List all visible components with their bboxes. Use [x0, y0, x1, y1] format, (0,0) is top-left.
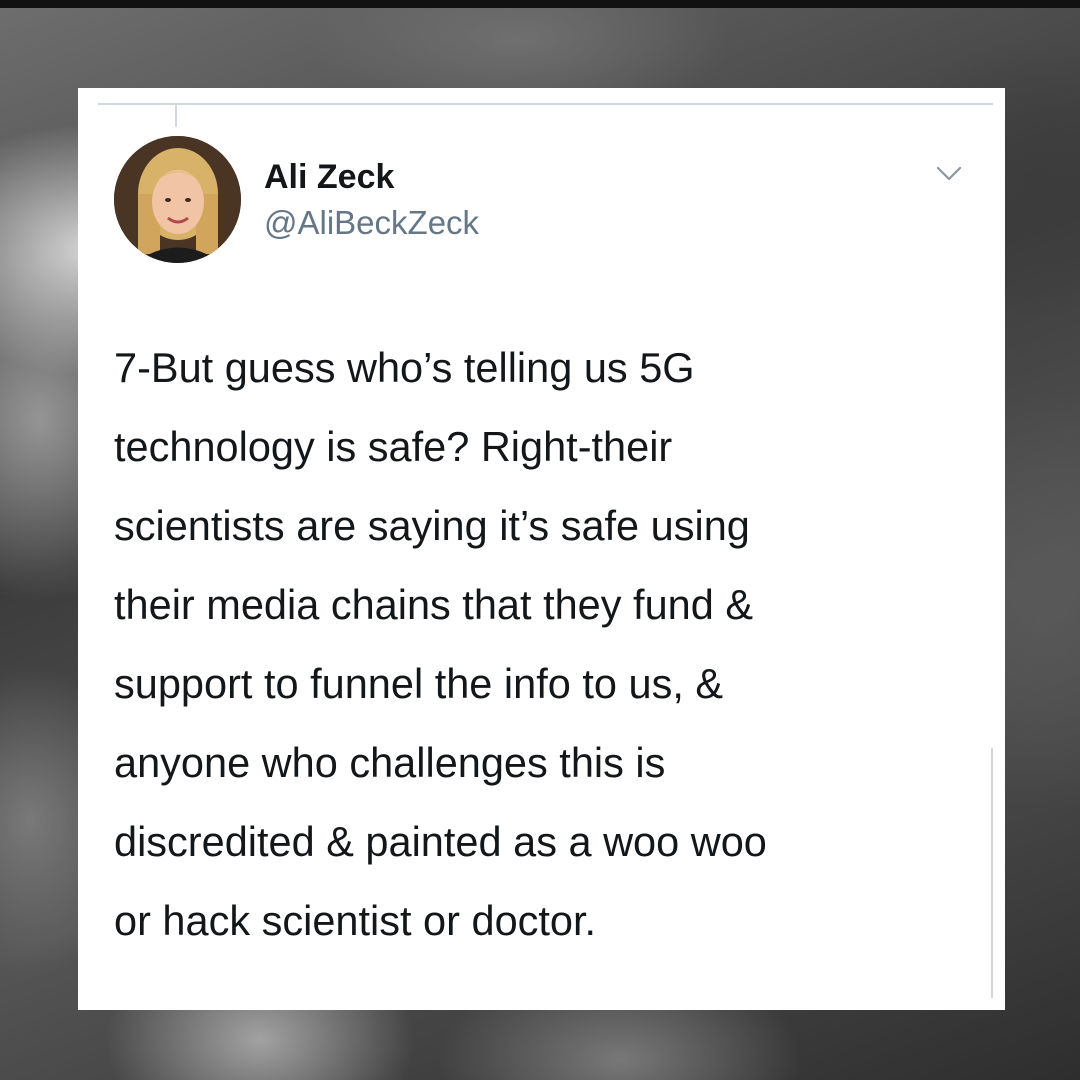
- tweet-text: 7-But guess who’s telling us 5G technolo…: [114, 344, 767, 944]
- thread-connector: [175, 103, 177, 127]
- avatar[interactable]: [114, 136, 241, 263]
- thread-divider: [98, 103, 993, 105]
- tweet-card: Ali Zeck @AliBeckZeck 7-But guess who’s …: [78, 88, 1005, 1010]
- author-handle[interactable]: @AliBeckZeck: [264, 204, 479, 242]
- chevron-down-icon[interactable]: [935, 164, 963, 184]
- card-edge-line: [991, 748, 993, 998]
- author-name[interactable]: Ali Zeck: [264, 158, 394, 197]
- top-border: [0, 0, 1080, 8]
- avatar-photo-icon: [114, 136, 241, 263]
